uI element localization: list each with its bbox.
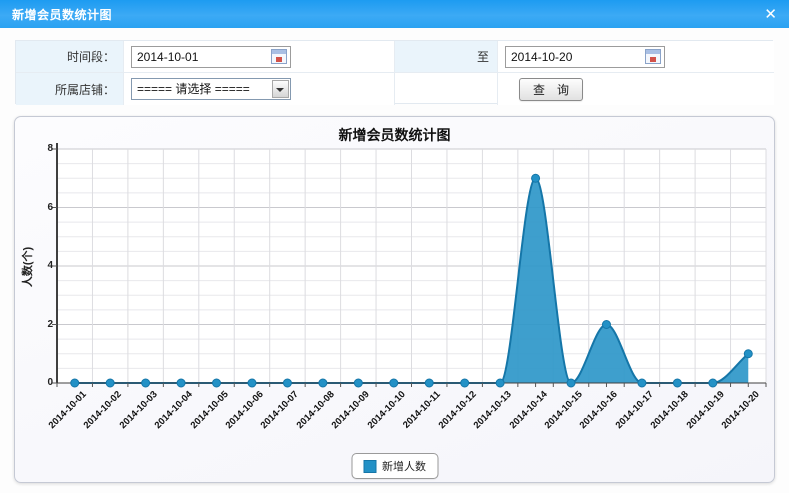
select-dropdown-button[interactable] (272, 80, 289, 98)
data-point[interactable] (283, 379, 291, 387)
data-point[interactable] (106, 379, 114, 387)
empty-cell (395, 73, 498, 105)
chevron-down-icon (276, 88, 284, 96)
data-point[interactable] (71, 379, 79, 387)
y-tick-label: 2 (23, 319, 53, 330)
shop-label: 所属店铺： (16, 73, 124, 105)
y-tick-label: 8 (23, 143, 53, 154)
legend-label: 新增人数 (382, 458, 426, 474)
dialog-title: 新增会员数统计图 (0, 6, 112, 23)
end-date-input[interactable] (505, 46, 665, 68)
y-tick-label: 6 (23, 202, 53, 213)
data-point[interactable] (638, 379, 646, 387)
data-point[interactable] (425, 379, 433, 387)
query-button[interactable]: 查 询 (519, 78, 583, 101)
shop-select[interactable]: ===== 请选择 ===== (131, 78, 291, 100)
data-point[interactable] (602, 321, 610, 329)
y-tick-label: 4 (23, 260, 53, 271)
data-point[interactable] (142, 379, 150, 387)
data-point[interactable] (354, 379, 362, 387)
calendar-icon[interactable] (271, 49, 287, 64)
query-cell: 查 询 (498, 73, 774, 105)
close-icon[interactable]: ✕ (764, 7, 777, 22)
data-point[interactable] (177, 379, 185, 387)
data-point[interactable] (532, 174, 540, 182)
shop-cell: ===== 请选择 ===== (124, 73, 395, 105)
data-point[interactable] (461, 379, 469, 387)
filter-form: 时间段： 至 所属店铺： ===== 请选择 ===== 查 询 (15, 40, 773, 104)
data-point[interactable] (744, 350, 752, 358)
data-point[interactable] (390, 379, 398, 387)
calendar-icon[interactable] (645, 49, 661, 64)
data-point[interactable] (673, 379, 681, 387)
chart-legend[interactable]: 新增人数 (351, 453, 438, 479)
legend-swatch-icon (363, 460, 376, 473)
start-date-input[interactable] (131, 46, 291, 68)
data-point[interactable] (319, 379, 327, 387)
y-tick-label: 0 (23, 377, 53, 388)
data-point[interactable] (567, 379, 575, 387)
data-point[interactable] (248, 379, 256, 387)
end-date-cell (498, 41, 774, 73)
chart-panel: 新增会员数统计图 人数(个) 02468 2014-10-012014-10-0… (14, 116, 775, 483)
data-point[interactable] (709, 379, 717, 387)
period-label: 时间段： (16, 41, 124, 73)
dialog-titlebar: 新增会员数统计图 ✕ (0, 0, 789, 28)
start-date-cell (124, 41, 395, 73)
shop-select-value: ===== 请选择 ===== (137, 82, 250, 96)
data-point[interactable] (213, 379, 221, 387)
to-label: 至 (395, 41, 498, 73)
data-point[interactable] (496, 379, 504, 387)
